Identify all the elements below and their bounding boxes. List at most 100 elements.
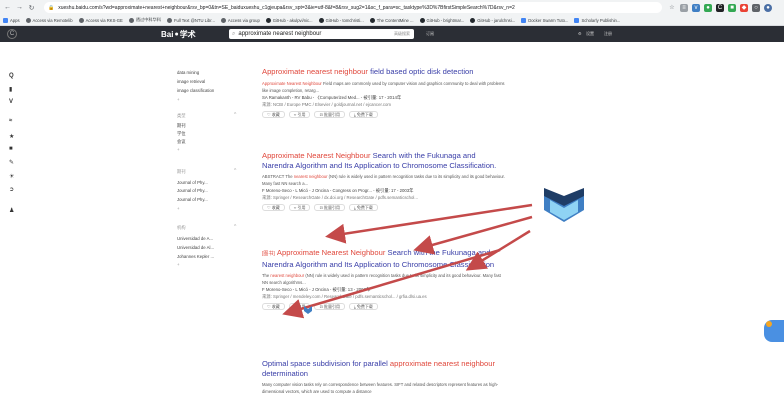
rss-icon[interactable]: ≈ [9,118,12,124]
star-icon[interactable]: ★ [9,133,14,140]
filter-journal-item[interactable]: Journal of Phy... [177,197,208,202]
download-button[interactable]: ⤓ 免费下载 [348,110,378,118]
bookmark-item[interactable]: GitHub - jarulchnsi... [470,17,516,23]
chevron-up-icon[interactable]: ^ [234,168,236,174]
expand-more[interactable]: + [177,147,180,152]
extension-icon[interactable]: ● [704,3,712,12]
github-icon [369,17,375,23]
advanced-search-link[interactable]: 高级搜索 [394,29,410,39]
result-item: Approximate Nearest Neighbour Search wit… [262,151,508,211]
baidu-xueshu-logo[interactable]: Bai ● 学术 [161,28,196,40]
batch-cite-button[interactable]: ⊡ 批量引用 [314,110,345,118]
chevron-up-icon[interactable]: ^ [234,112,236,118]
user-icon[interactable]: ♟ [9,207,14,214]
v-icon[interactable]: V [9,99,13,105]
result-item: [图书] Approximate Nearest Neighbour Searc… [262,248,508,310]
chevron-up-icon[interactable]: ^ [234,224,236,230]
floating-helper-button[interactable] [764,320,784,342]
extension-icon[interactable]: ■ [728,3,736,12]
bookmark-item[interactable]: Scholarly Publishin... [574,17,621,23]
back-icon[interactable]: ← [2,2,13,13]
stats-icon[interactable]: ▮ [9,86,12,93]
share-icon[interactable]: ➲ [9,186,14,193]
bookmark-item[interactable]: Apps [3,17,20,23]
collect-button[interactable]: ♡ 收藏 [262,110,285,118]
bookmark-icon[interactable]: ■ [9,146,13,152]
search-value: approximate nearest neighbour [238,31,322,37]
site-logo-icon[interactable]: C [7,29,17,39]
paw-icon: ● [174,30,179,38]
bookmark-item[interactable]: Access via group [220,17,260,23]
result-abstract: The nearest neighbour (NN) rule is widel… [262,273,501,285]
bookmark-item[interactable]: Access via Remotelib [25,17,73,23]
reload-icon[interactable]: ↻ [26,2,37,13]
filter-keyword[interactable]: image retrieval [177,79,205,84]
result-source[interactable]: 来源: Springer / ResearchGate / dx.doi.org… [262,194,508,201]
address-bar[interactable]: 🔒 xueshu.baidu.com/s?wd=approximate+near… [44,2,662,13]
pencil-icon[interactable]: ✎ [9,159,14,166]
bookmark-item[interactable]: The ContentMine ... [369,17,414,23]
result-source[interactable]: 来源: Springer / mendeley.com / ResearchGa… [262,293,508,300]
expand-more[interactable]: + [177,206,180,211]
bookmark-item[interactable]: GitHub - tomchristi... [318,17,364,23]
filter-type-item[interactable]: 学位 [177,131,186,137]
filter-keyword[interactable]: image classification [177,88,214,93]
result-title[interactable]: Approximate Nearest Neighbour Search wit… [262,151,508,170]
bookmark-item[interactable]: Access via RKS-GE [78,17,123,23]
result-title[interactable]: [图书] Approximate Nearest Neighbour Searc… [262,248,508,269]
extension-icon[interactable]: ○ [752,3,760,12]
bookmark-item[interactable]: Full Text @NTU Libr... [166,17,215,23]
batch-cite-button[interactable]: ⊡ 批量引用 [314,303,345,310]
bookmark-item[interactable]: GitHub - akulpvi/nic... [265,17,313,23]
expand-more[interactable]: + [177,262,180,267]
browser-toolbar: ← → ↻ 🔒 xueshu.baidu.com/s?wd=approximat… [0,0,784,15]
cite-button[interactable]: ‹› 引用 [288,110,311,118]
filter-journal-item[interactable]: Journal of Phy... [177,188,208,193]
search-input[interactable]: ⌕ approximate nearest neighbour 高级搜索 [229,29,414,39]
globe-icon [78,17,84,23]
cite-button[interactable]: ‹› 引用 [288,204,311,211]
download-button[interactable]: ⤓ 免费下载 [348,303,378,310]
result-title[interactable]: Approximate nearest neighbour field base… [262,67,508,77]
register-link[interactable]: 注册 [604,31,612,37]
search-icon[interactable]: Q [9,73,14,79]
extension-icon[interactable]: C [716,3,724,12]
bookmark-label: Full Text @NTU Libr... [173,17,215,23]
forward-icon[interactable]: → [14,2,25,13]
collect-button[interactable]: ♡ 收藏 [262,204,285,211]
bookmark-label: 透过中科华科 [135,17,161,22]
avatar[interactable]: ● [764,3,772,12]
apps-grid-icon [3,17,8,23]
filter-journal-item[interactable]: Journal of Phy... [177,180,208,185]
filter-org-item[interactable]: Universidad de A... [177,236,213,241]
bookmark-label: GitHub - jarulchnsi... [477,17,516,23]
bookmark-item[interactable]: Docker Swarm Tuto... [521,17,568,23]
filter-type-item[interactable]: 会议 [177,139,186,145]
settings-link[interactable]: 设置 [586,31,594,37]
batch-cite-button[interactable]: ⊡ 批量引用 [314,204,345,211]
bookmark-label: The ContentMine ... [376,17,414,23]
expand-more[interactable]: + [177,97,180,102]
result-source[interactable]: 来源: NCBI / Europe PMC / Elsevier / goldj… [262,101,508,108]
bookmark-item[interactable]: GitHub - brightmar... [419,17,464,23]
filter-org-item[interactable]: Johannes Kepler ... [177,254,214,259]
notification-dot-icon [766,321,772,327]
collect-button[interactable]: ♡ 收藏 [262,303,285,310]
cite-button[interactable]: ‹› 引用 [288,303,311,310]
extension-icon[interactable]: ◆ [740,3,748,12]
extension-icon[interactable]: v [692,3,700,12]
globe-icon [25,17,31,23]
star-icon[interactable]: ☆ [668,4,676,12]
download-button[interactable]: ⤓ 免费下载 [348,204,378,211]
filter-type-item[interactable]: 期刊 [177,123,186,129]
url-text: xueshu.baidu.com/s?wd=approximate+neares… [58,4,515,11]
result-title[interactable]: Optimal space subdivision for parallel a… [262,359,508,378]
extension-icon[interactable]: ≡ [680,3,688,12]
subscribe-link[interactable]: 订阅 [426,31,434,37]
filter-keyword[interactable]: data mining [177,70,199,75]
filter-org-item[interactable]: Universidad de Al... [177,245,214,250]
bookmark-item[interactable]: 透过中科华科 [128,17,161,23]
settings-icon[interactable]: ⚙ [578,31,582,36]
bookmark-label: Scholarly Publishin... [581,17,621,23]
gear-icon[interactable]: ☀ [9,173,14,180]
